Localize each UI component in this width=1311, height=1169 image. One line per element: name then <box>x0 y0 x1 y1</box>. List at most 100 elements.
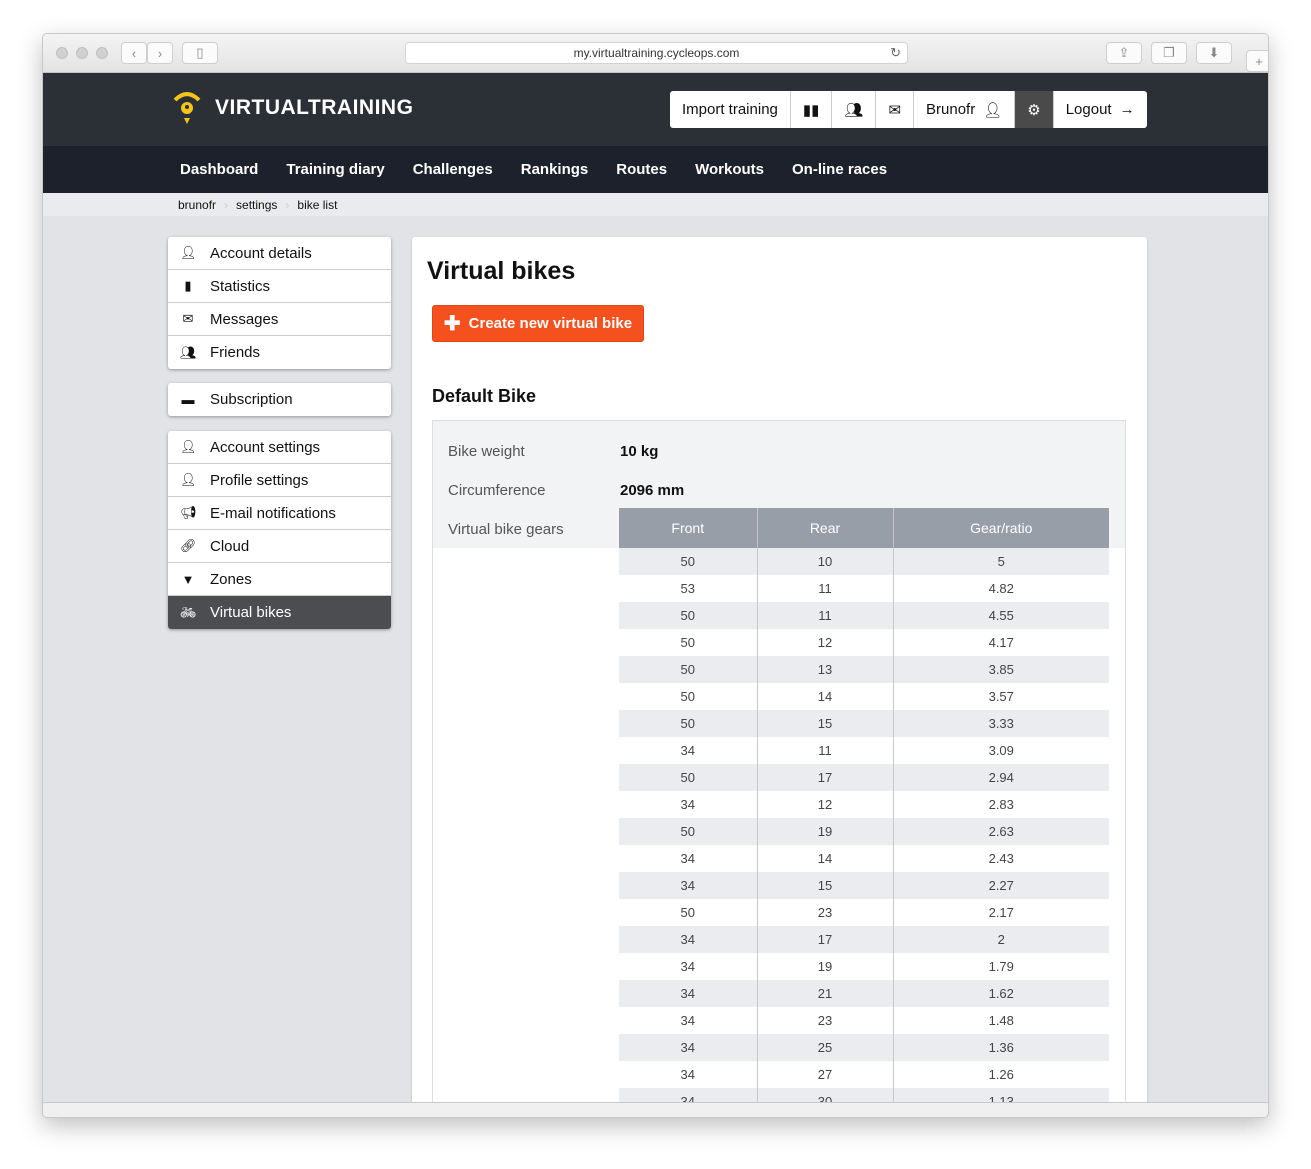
statistics-icon[interactable]: ▮▮ <box>791 91 833 128</box>
nav-dashboard[interactable]: Dashboard <box>180 161 258 178</box>
sidebar-group-subscription: ▬ Subscription <box>168 383 391 416</box>
forward-icon[interactable]: › <box>147 42 173 64</box>
sidebar-item-zones[interactable]: ▼ Zones <box>168 563 391 596</box>
table-row: 50 17 2.94 <box>619 764 1109 791</box>
new-tab-icon[interactable]: + <box>1246 50 1268 72</box>
sidebar-item-label: Zones <box>210 570 252 588</box>
ratio-cell: 3.09 <box>988 743 1014 758</box>
ratio-cell: 1.26 <box>988 1067 1014 1082</box>
gear-icon[interactable]: ⚙ <box>1015 91 1054 128</box>
ratio-cell: 2.43 <box>988 851 1014 866</box>
rear-cell: 11 <box>757 602 894 629</box>
rear-cell: 13 <box>757 656 894 683</box>
sidebar-item-friends[interactable]: 👥︎ Friends <box>168 336 391 369</box>
logo[interactable]: VIRTUALTRAINING <box>171 90 413 126</box>
reload-icon[interactable]: ↻ <box>890 45 901 61</box>
user-settings-icon: 👤︎ <box>180 439 197 454</box>
table-row: 34 17 2 <box>619 926 1109 953</box>
ratio-cell: 1.36 <box>893 1034 1109 1061</box>
import-training-button[interactable]: Import training <box>670 91 791 128</box>
table-row: 34 15 2.27 <box>619 872 1109 899</box>
sidebar-item-account-settings[interactable]: 👤︎ Account settings <box>168 431 391 464</box>
circumference-label: Circumference <box>448 482 546 499</box>
front-cell: 50 <box>619 629 758 656</box>
tabs-icon[interactable]: ❐ <box>1151 42 1187 64</box>
minimize-window-button[interactable] <box>76 47 88 59</box>
sidebar-item-messages[interactable]: ✉ Messages <box>168 303 391 336</box>
rear-cell: 12 <box>757 629 894 656</box>
sidebar-item-account-details[interactable]: 👤︎ Account details <box>168 237 391 270</box>
close-window-button[interactable] <box>56 47 68 59</box>
top-toolbar: Import training ▮▮ 👥︎ ✉ Brunofr 👤︎ ⚙ Logo… <box>670 91 1147 128</box>
sidebar-item-cloud[interactable]: 🔗︎ Cloud <box>168 530 391 563</box>
back-icon[interactable]: ‹ <box>121 42 147 64</box>
logout-button[interactable]: Logout → <box>1054 91 1147 128</box>
front-cell: 34 <box>619 1007 758 1034</box>
bar-chart-icon: ▮ <box>184 278 192 293</box>
weight-label: Bike weight <box>448 443 525 460</box>
rear-cell: 27 <box>757 1061 894 1088</box>
column-header-rear: Rear <box>757 508 894 548</box>
user-plus-icon: 👤︎ <box>180 472 197 487</box>
brand-name: VIRTUALTRAINING <box>215 96 414 119</box>
table-row: 50 13 3.85 <box>619 656 1109 683</box>
rear-cell: 23 <box>757 899 894 926</box>
rear-cell: 17 <box>757 926 894 953</box>
breadcrumb-brunofr[interactable]: brunofr <box>178 198 216 212</box>
ratio-cell: 5 <box>893 548 1109 575</box>
sidebar-item-label: Virtual bikes <box>210 604 292 621</box>
rear-cell: 11 <box>757 575 894 602</box>
breadcrumb: brunofr › settings › bike list <box>43 193 1268 216</box>
breadcrumb-settings[interactable]: settings <box>236 198 277 212</box>
logout-label: Logout <box>1065 101 1112 118</box>
envelope-icon[interactable]: ✉ <box>876 91 915 128</box>
ratio-cell: 1.79 <box>988 959 1014 974</box>
friends-icon: 👥︎ <box>180 344 197 360</box>
browser-window: ‹ › ▯ my.virtualtraining.cycleops.com ↻ ⇪… <box>42 33 1269 1118</box>
arrow-right-icon: → <box>1119 101 1135 118</box>
sidebar-item-label: Profile settings <box>210 471 309 489</box>
front-cell: 50 <box>619 899 758 926</box>
user-button[interactable]: Brunofr 👤︎ <box>914 91 1016 128</box>
sidebar-item-subscription[interactable]: ▬ Subscription <box>168 383 391 416</box>
download-icon[interactable]: ⬇ <box>1196 42 1232 64</box>
sidebar-item-virtual-bikes[interactable]: 🚲︎ Virtual bikes <box>168 596 391 629</box>
front-cell: 34 <box>619 791 758 818</box>
ratio-cell: 2.17 <box>988 905 1014 920</box>
rear-cell: 11 <box>757 737 894 764</box>
ratio-cell: 2.83 <box>988 797 1014 812</box>
sidebar-item-profile-settings[interactable]: 👤︎ Profile settings <box>168 464 391 497</box>
table-row: 50 11 4.55 <box>619 602 1109 629</box>
column-header-front: Front <box>619 508 758 548</box>
share-icon[interactable]: ⇪ <box>1106 42 1142 64</box>
table-row: 50 15 3.33 <box>619 710 1109 737</box>
front-cell: 34 <box>619 1034 758 1061</box>
table-row: 34 14 2.43 <box>619 845 1109 872</box>
friends-icon[interactable]: 👥︎ <box>832 91 877 128</box>
front-cell: 34 <box>619 1061 758 1088</box>
ratio-cell: 2.94 <box>893 764 1109 791</box>
rear-cell: 14 <box>757 683 894 710</box>
ratio-cell: 2.63 <box>893 818 1109 845</box>
sidebar-toggle-icon[interactable]: ▯ <box>182 42 218 64</box>
zoom-window-button[interactable] <box>96 47 108 59</box>
nav-rankings[interactable]: Rankings <box>521 161 589 178</box>
front-cell: 34 <box>619 926 758 953</box>
nav-workouts[interactable]: Workouts <box>695 161 764 178</box>
nav-training-diary[interactable]: Training diary <box>286 161 384 178</box>
rear-cell: 12 <box>757 791 894 818</box>
nav-routes[interactable]: Routes <box>616 161 667 178</box>
ratio-cell: 1.62 <box>893 980 1109 1007</box>
sidebar-item-statistics[interactable]: ▮ Statistics <box>168 270 391 303</box>
sidebar-item-label: Messages <box>210 310 279 328</box>
breadcrumb-bike-list: bike list <box>297 197 338 212</box>
import-label: Import training <box>682 101 778 118</box>
table-row: 50 14 3.57 <box>619 683 1109 710</box>
address-bar[interactable]: my.virtualtraining.cycleops.com ↻ <box>405 42 908 64</box>
sidebar-item-e-mail-notifications[interactable]: 📢︎ E-mail notifications <box>168 497 391 530</box>
front-cell: 34 <box>619 845 758 872</box>
create-virtual-bike-button[interactable]: ✚ Create new virtual bike <box>432 305 644 342</box>
nav-challenges[interactable]: Challenges <box>413 161 493 178</box>
nav-online-races[interactable]: On-line races <box>792 161 887 178</box>
front-cell: 50 <box>619 683 758 710</box>
